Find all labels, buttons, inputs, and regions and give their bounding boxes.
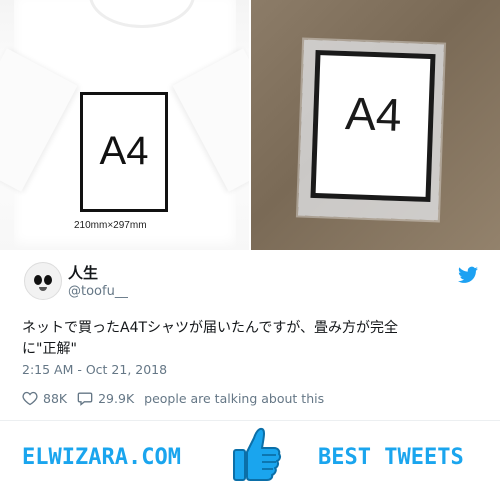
user-handle[interactable]: @toofu__ [68, 284, 128, 299]
best-tweets-label: BEST TWEETS [318, 445, 464, 470]
shirt-collar [89, 0, 195, 28]
folded-a4-frame: A4 [310, 49, 436, 203]
reply-count: 29.9K [98, 390, 135, 406]
a4-label: A4 [99, 129, 149, 173]
avatar-eye-left [34, 275, 42, 285]
avatar[interactable] [24, 262, 62, 300]
folded-shirt-photo[interactable]: A4 [251, 0, 500, 250]
tweet-text-line-2: に"正解" [22, 341, 77, 357]
tweet-timestamp[interactable]: 2:15 AM - Oct 21, 2018 [22, 362, 167, 377]
tweet-media[interactable]: A4 210mm×297mm A4 [0, 0, 500, 250]
shirt-sleeve-left [0, 48, 78, 192]
tweet-actions: 88K 29.9K people are talking about this [22, 389, 324, 407]
tweet-text-line-1: ネットで買ったA4Tシャツが届いたんですが、畳み方が完全 [22, 320, 399, 336]
shirt-photo[interactable]: A4 210mm×297mm [0, 0, 249, 250]
avatar-eye-right [44, 275, 52, 285]
a4-frame: A4 [80, 92, 168, 212]
shirt-sleeve-right [172, 48, 249, 192]
thumbs-up-icon [232, 424, 282, 484]
speech-bubble-icon [77, 392, 93, 406]
site-name[interactable]: ELWIZARA.COM [22, 445, 181, 470]
like-action[interactable]: 88K [22, 391, 67, 406]
reply-action[interactable]: 29.9K [77, 391, 134, 406]
a4-dimensions: 210mm×297mm [74, 220, 147, 231]
like-count: 88K [43, 390, 68, 406]
folded-a4-label: A4 [344, 87, 403, 141]
heart-icon [22, 391, 38, 405]
tweet-text: ネットで買ったA4Tシャツが届いたんですが、畳み方が完全 に"正解" [22, 318, 478, 360]
talking-about-this[interactable]: people are talking about this [144, 391, 324, 406]
twitter-bird-icon[interactable] [458, 266, 478, 284]
avatar-mouth [39, 287, 47, 291]
user-name[interactable]: 人生 [68, 262, 98, 283]
